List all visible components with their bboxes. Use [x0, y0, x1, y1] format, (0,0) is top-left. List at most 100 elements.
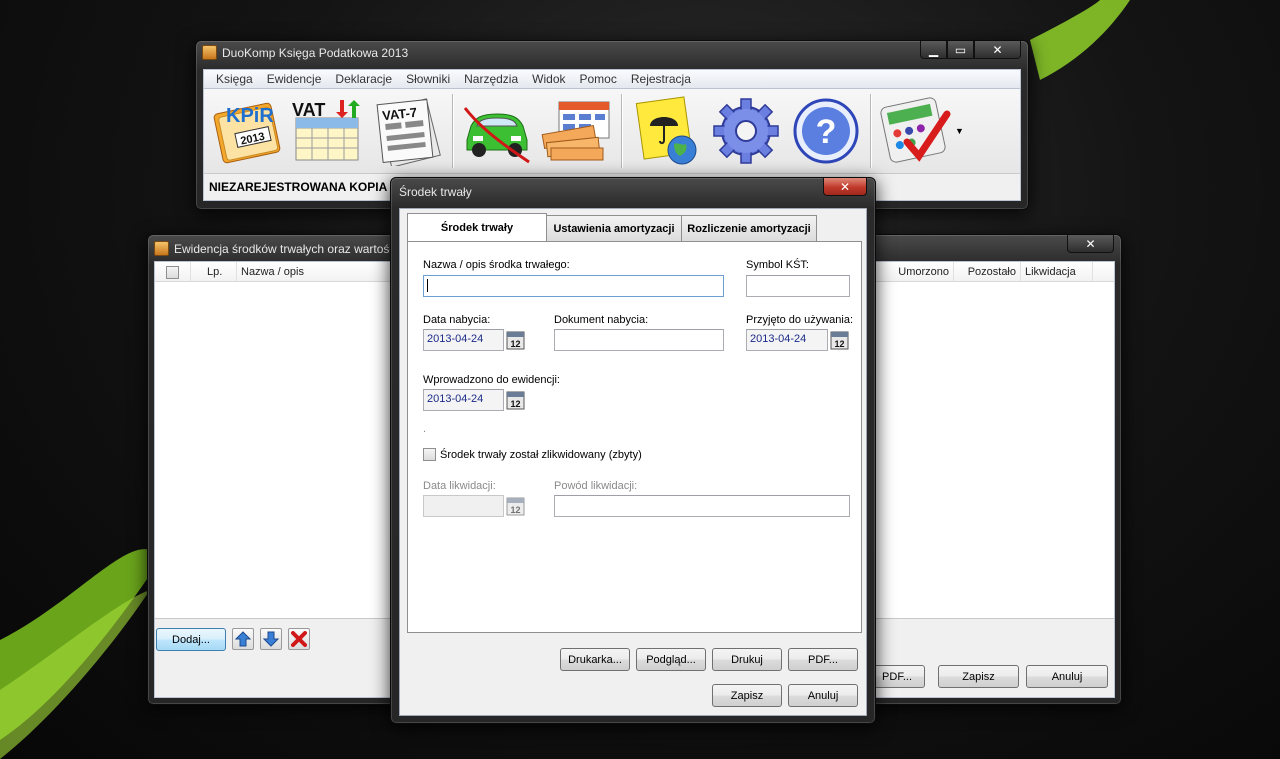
printer-button[interactable]: Drukarka...: [560, 648, 630, 671]
fixed-assets-window-title: Ewidencja środków trwałych oraz wartości: [154, 241, 398, 256]
dot-marker: .: [423, 423, 427, 435]
purchase-doc-input[interactable]: [554, 329, 724, 351]
purchase-date-calendar-icon[interactable]: 12: [506, 331, 525, 350]
liquidated-checkbox-row[interactable]: Środek trwały został zlikwidowany (zbyty…: [423, 448, 642, 461]
close-icon: ✕: [992, 42, 1003, 57]
tab-depreciation-settings[interactable]: Ustawienia amortyzacji: [546, 215, 682, 241]
car-button[interactable]: [457, 93, 537, 169]
delete-x-icon: [291, 631, 307, 647]
kpir-icon: KPiR 2013: [213, 102, 281, 164]
add-button[interactable]: Dodaj...: [156, 628, 226, 651]
col-remaining[interactable]: Pozostało: [954, 262, 1021, 282]
close-icon: ✕: [839, 179, 851, 194]
main-window-title: DuoKomp Księga Podatkowa 2013: [202, 45, 408, 60]
kpir-label: KPiR: [226, 105, 274, 127]
entered-date-input[interactable]: 2013-04-24: [423, 389, 504, 411]
menu-rejestracja[interactable]: Rejestracja: [624, 72, 698, 86]
arrow-down-icon: [263, 631, 279, 647]
col-liquidation[interactable]: Likwidacja: [1021, 262, 1093, 282]
close-button[interactable]: ✕: [1067, 235, 1114, 253]
select-all-column: [155, 262, 191, 282]
calendar-day: 12: [510, 505, 520, 515]
kst-label: Symbol KŚT:: [746, 259, 809, 271]
close-button[interactable]: ✕: [974, 41, 1021, 59]
menu-pomoc[interactable]: Pomoc: [573, 72, 624, 86]
name-input[interactable]: [423, 275, 724, 297]
cancel-button[interactable]: Anuluj: [1026, 665, 1108, 688]
menu-bar: Księga Ewidencje Deklaracje Słowniki Nar…: [203, 69, 1021, 89]
dialog-cancel-button[interactable]: Anuluj: [788, 684, 858, 707]
vat7-button[interactable]: VAT-7: [368, 93, 448, 169]
purchase-doc-label: Dokument nabycia:: [554, 314, 649, 326]
dialog-title: Środek trwały: [399, 185, 472, 199]
move-up-button[interactable]: [232, 628, 254, 650]
tab-fixed-asset[interactable]: Środek trwały: [407, 213, 547, 241]
purchase-date-label: Data nabycia:: [423, 314, 491, 326]
liq-date-input[interactable]: [423, 495, 504, 517]
save-button[interactable]: Zapisz: [938, 665, 1019, 688]
tab-depreciation-settlement[interactable]: Rozliczenie amortyzacji: [681, 215, 817, 241]
app-icon: [202, 45, 217, 60]
menu-narzedzia[interactable]: Narzędzia: [457, 72, 525, 86]
dialog-close-button[interactable]: ✕: [823, 178, 867, 196]
minimize-icon: ▁: [928, 42, 939, 57]
caption-buttons: ✕: [1067, 235, 1114, 253]
caption-buttons: ▁ ▭ ✕: [920, 41, 1021, 59]
print-button[interactable]: Drukuj: [712, 648, 782, 671]
in-use-date-label: Przyjęto do używania:: [746, 314, 853, 326]
toolbar-dropdown-arrow-icon[interactable]: ▼: [955, 126, 969, 136]
menu-deklaracje[interactable]: Deklaracje: [328, 72, 399, 86]
menu-slowniki[interactable]: Słowniki: [399, 72, 457, 86]
col-depreciated[interactable]: Umorzono: [890, 262, 954, 282]
help-symbol: ?: [816, 113, 837, 151]
toolbar: KPiR 2013 VAT VAT-7 ? ▼: [203, 89, 1021, 173]
calculator-icon: [880, 97, 951, 163]
settings-gear-icon: [713, 98, 779, 164]
arrow-up-icon: [235, 631, 251, 647]
kpir-button[interactable]: KPiR 2013: [208, 93, 288, 169]
dialog-pdf-button[interactable]: PDF...: [788, 648, 858, 671]
calculator-button[interactable]: [875, 93, 955, 169]
close-icon: ✕: [1085, 236, 1096, 251]
tab-page-fixed-asset: Nazwa / opis środka trwałego: Symbol KŚT…: [407, 241, 862, 633]
maximize-button[interactable]: ▭: [947, 41, 974, 59]
kst-input[interactable]: [746, 275, 850, 297]
liq-date-calendar-icon[interactable]: 12: [506, 497, 525, 516]
in-use-date-calendar-icon[interactable]: 12: [830, 331, 849, 350]
car-icon: [463, 107, 530, 164]
umbrella-globe-icon: [635, 96, 697, 165]
calendar-day: 12: [510, 339, 520, 349]
main-window-title-text: DuoKomp Księga Podatkowa 2013: [222, 45, 409, 60]
vat-button[interactable]: VAT: [288, 93, 368, 169]
in-use-date-input[interactable]: 2013-04-24: [746, 329, 828, 351]
calendar-day: 12: [510, 399, 520, 409]
move-down-button[interactable]: [260, 628, 282, 650]
calendar-day: 12: [834, 339, 844, 349]
umbrella-button[interactable]: [626, 93, 706, 169]
purchase-date-input[interactable]: 2013-04-24: [423, 329, 504, 351]
money-button[interactable]: [537, 93, 617, 169]
menu-ksiega[interactable]: Księga: [209, 72, 260, 86]
caption-buttons: ✕: [823, 178, 867, 196]
fixed-asset-dialog: Środek trwały ✕ Środek trwały Ustawienia…: [390, 177, 876, 724]
dialog-body: Środek trwały Ustawienia amortyzacji Roz…: [399, 208, 867, 716]
dialog-save-button[interactable]: Zapisz: [712, 684, 782, 707]
settings-button[interactable]: [706, 93, 786, 169]
entered-date-label: Wprowadzono do ewidencji:: [423, 374, 560, 386]
select-all-checkbox[interactable]: [166, 265, 179, 279]
menu-widok[interactable]: Widok: [525, 72, 572, 86]
money-icon: [541, 101, 610, 161]
help-button[interactable]: ?: [786, 93, 866, 169]
liq-reason-input[interactable]: [554, 495, 850, 517]
menu-ewidencje[interactable]: Ewidencje: [260, 72, 329, 86]
maximize-icon: ▭: [954, 42, 967, 57]
minimize-button[interactable]: ▁: [920, 41, 947, 59]
delete-button[interactable]: [288, 628, 310, 650]
entered-date-calendar-icon[interactable]: 12: [506, 391, 525, 410]
name-label: Nazwa / opis środka trwałego:: [423, 259, 570, 271]
col-lp[interactable]: Lp.: [191, 262, 237, 282]
vat7-icon: VAT-7: [376, 98, 441, 166]
col-name[interactable]: Nazwa / opis: [237, 262, 407, 282]
preview-button[interactable]: Podgląd...: [636, 648, 706, 671]
liquidated-checkbox[interactable]: [423, 448, 436, 461]
